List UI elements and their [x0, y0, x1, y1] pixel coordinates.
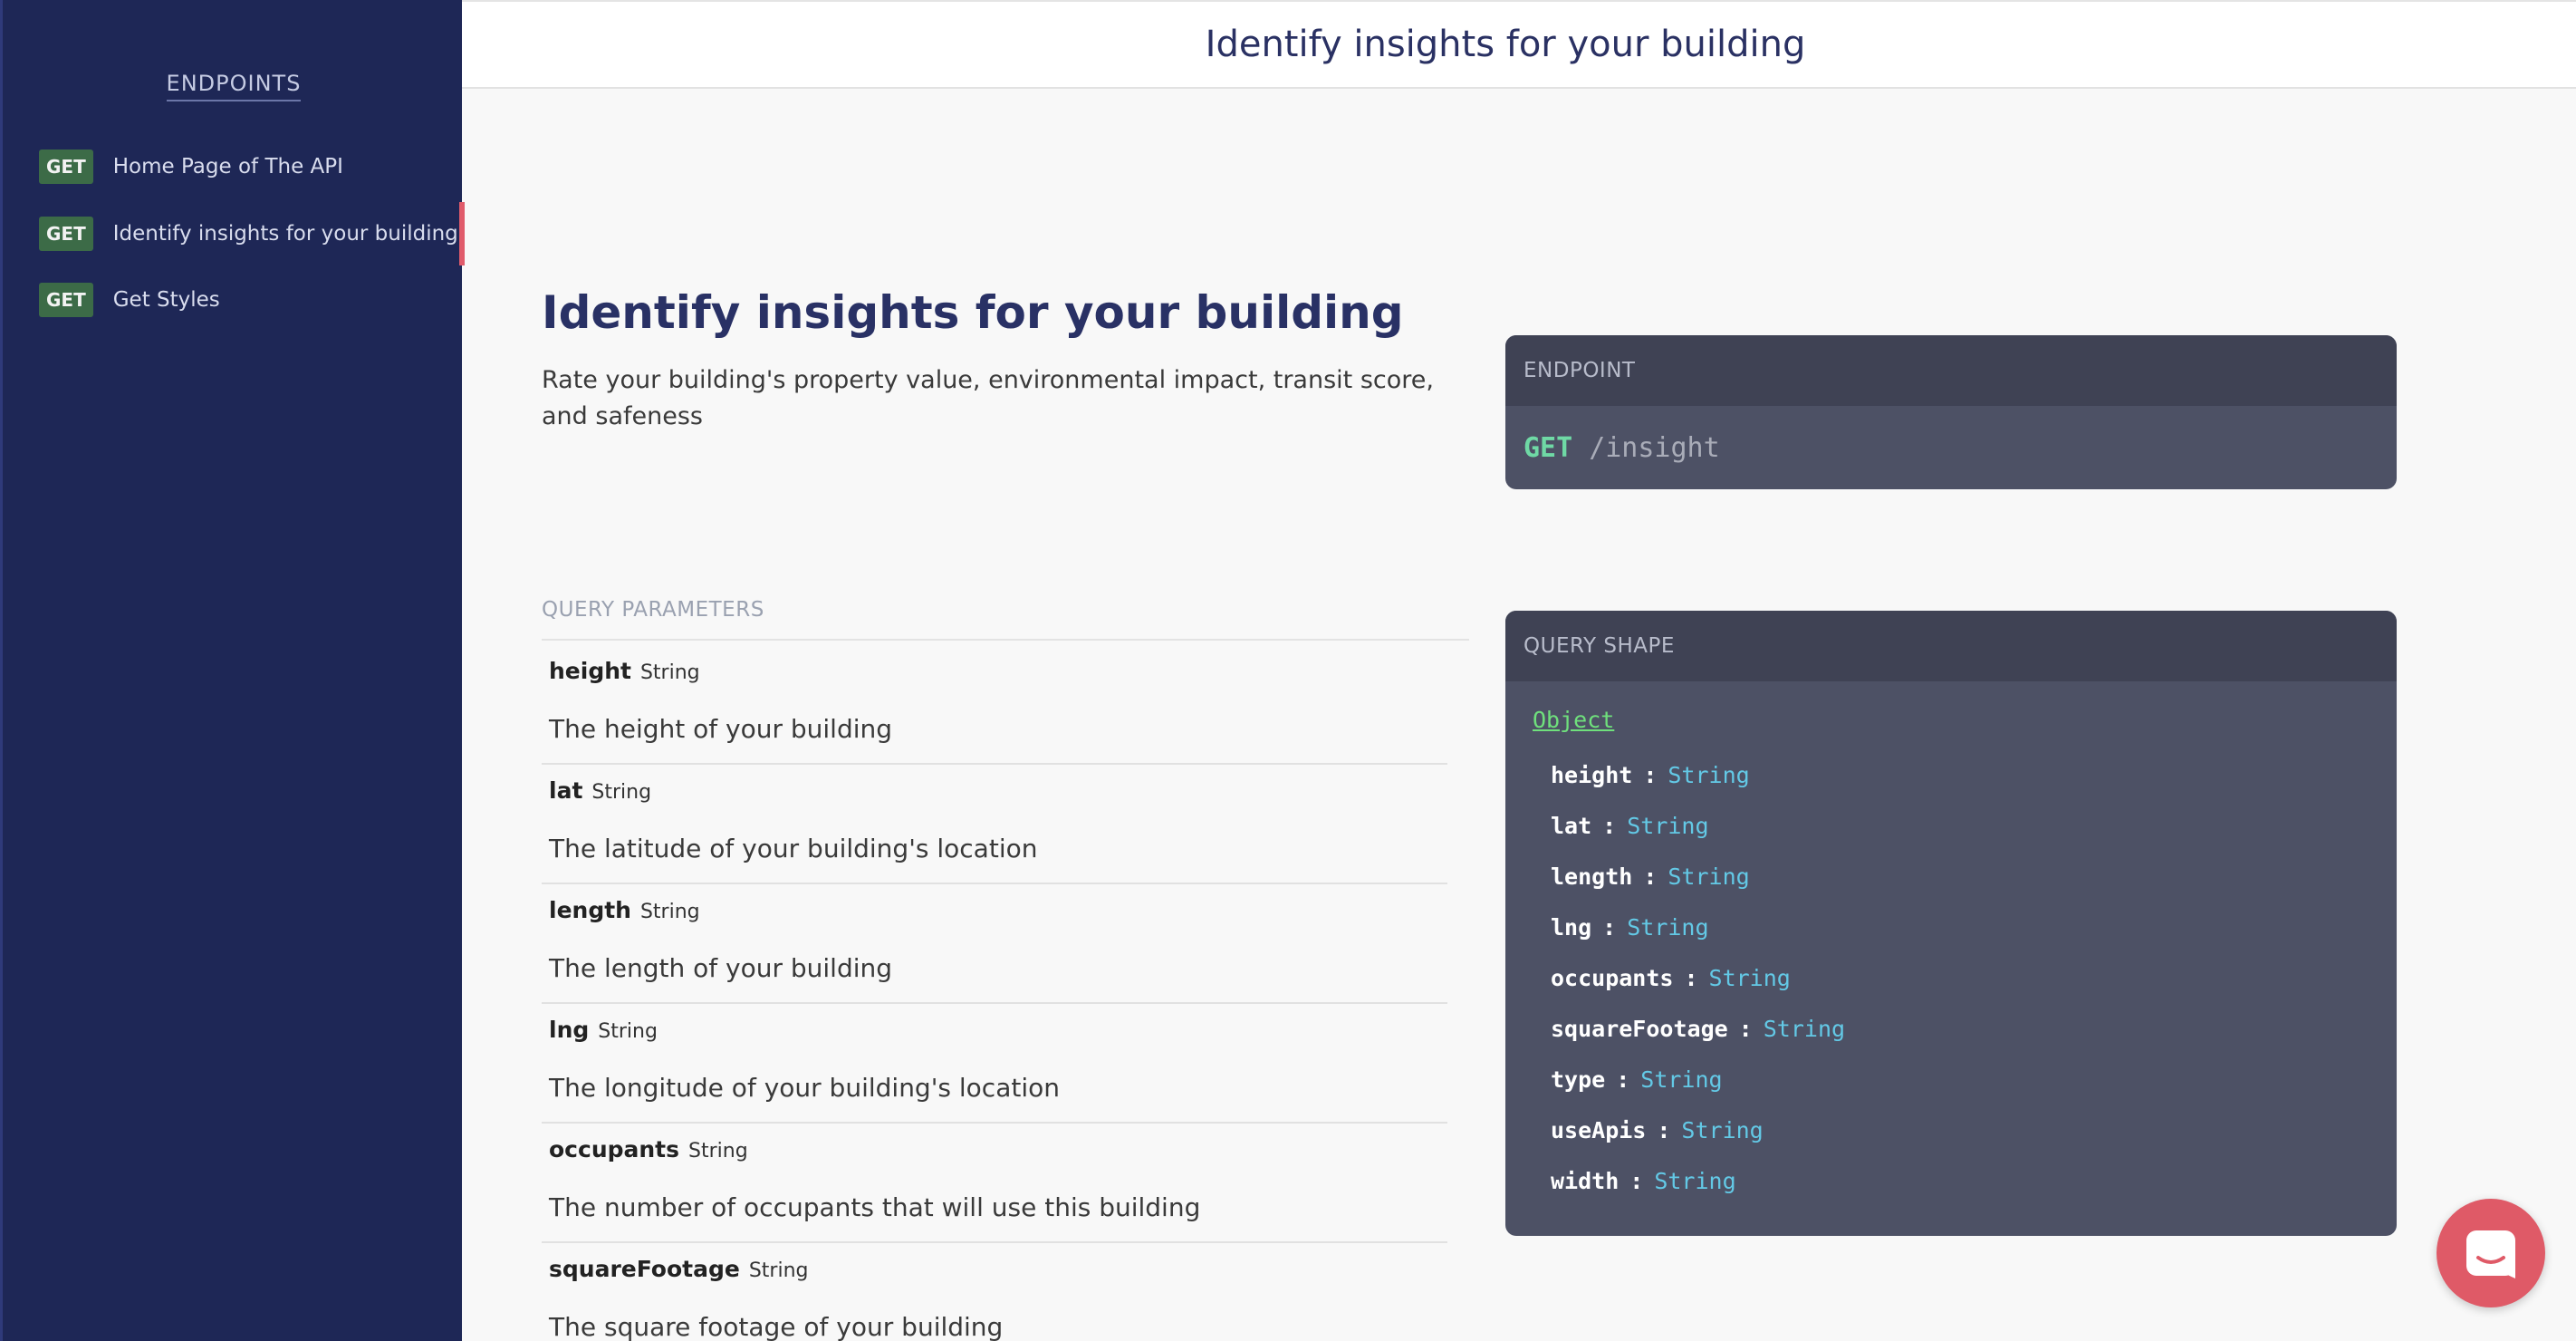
endpoint-panel: ENDPOINT GET /insight	[1505, 335, 2397, 489]
sidebar-heading-label[interactable]: ENDPOINTS	[166, 71, 302, 101]
endpoint-panel-label: ENDPOINT	[1505, 335, 2397, 406]
shape-field: type: String	[1551, 1066, 1723, 1093]
shape-field-type: String	[1708, 964, 1791, 991]
shape-field-name: useApis	[1551, 1116, 1647, 1143]
shape-field: lat: String	[1551, 812, 1709, 839]
shape-field-name: height	[1551, 761, 1633, 788]
param-name: squareFootage	[549, 1256, 740, 1282]
object-type-link[interactable]: Object	[1533, 707, 1614, 733]
sidebar-item-label: Identify insights for your building	[112, 222, 458, 246]
page-description: Rate your building's property value, env…	[542, 366, 1434, 430]
chat-icon	[2466, 1230, 2515, 1278]
param-name: lat	[549, 777, 583, 804]
param-type: String	[639, 901, 700, 923]
divider	[542, 639, 1469, 641]
param-description: The number of occupants that will use th…	[549, 1192, 1201, 1222]
method-badge: GET	[39, 283, 93, 317]
param-description: The longitude of your building's locatio…	[549, 1073, 1060, 1103]
param-description: The length of your building	[549, 953, 893, 983]
query-shape-panel-label: QUERY SHAPE	[1505, 611, 2397, 681]
param-name: lng	[549, 1017, 590, 1043]
param-row: height String The height of your building	[542, 645, 1447, 765]
param-description: The height of your building	[549, 714, 893, 744]
shape-field: useApis: String	[1551, 1116, 1764, 1143]
shape-field: squareFootage: String	[1551, 1015, 1846, 1042]
method-badge: GET	[39, 217, 93, 251]
param-name: length	[549, 897, 631, 923]
shape-field-type: String	[1668, 863, 1750, 890]
shape-field-type: String	[1654, 1167, 1736, 1194]
shape-field: lng: String	[1551, 913, 1709, 941]
shape-field-name: lat	[1551, 812, 1592, 839]
shape-field-name: width	[1551, 1167, 1620, 1194]
param-description: The square footage of your building	[549, 1312, 1004, 1341]
param-type: String	[639, 661, 700, 684]
shape-field-name: length	[1551, 863, 1633, 890]
shape-field-type: String	[1627, 812, 1709, 839]
query-parameters-label: QUERY PARAMETERS	[542, 598, 764, 622]
shape-field-name: occupants	[1551, 964, 1674, 991]
sidebar-item-get-styles[interactable]: GET Get Styles	[39, 276, 465, 323]
param-row: lat String The latitude of your building'…	[542, 765, 1447, 884]
query-shape-code: Object height: String lat: String length: S…	[1505, 681, 2397, 1236]
param-row: lng String The longitude of your building…	[542, 1004, 1447, 1124]
sidebar-heading: ENDPOINTS	[3, 71, 465, 101]
endpoint-code: GET /insight	[1505, 406, 2397, 489]
param-name: occupants	[549, 1136, 680, 1163]
chat-button[interactable]	[2437, 1199, 2545, 1307]
param-row: occupants String The number of occupants …	[542, 1124, 1447, 1243]
sidebar-item-identify-insights[interactable]: GET Identify insights for your building	[39, 202, 465, 265]
shape-field: height: String	[1551, 761, 1750, 788]
shape-field-type: String	[1763, 1015, 1846, 1042]
page-title: Identify insights for your building	[542, 286, 1404, 339]
shape-field-type: String	[1627, 913, 1709, 941]
shape-field: occupants: String	[1551, 964, 1791, 991]
sidebar-item-label: Home Page of The API	[112, 155, 343, 178]
header-title: Identify insights for your building	[1205, 24, 1806, 65]
shape-field-type: String	[1681, 1116, 1764, 1143]
shape-field-name: squareFootage	[1551, 1015, 1728, 1042]
shape-field: length: String	[1551, 863, 1750, 890]
param-type: String	[598, 1020, 658, 1043]
top-header: Identify insights for your building	[462, 0, 2576, 89]
shape-field-name: lng	[1551, 913, 1592, 941]
endpoint-path: /insight	[1589, 431, 1720, 464]
param-type: String	[748, 1259, 809, 1282]
sidebar-item-home-page[interactable]: GET Home Page of The API	[39, 143, 465, 190]
param-type: String	[688, 1140, 748, 1163]
param-type: String	[591, 781, 652, 804]
query-parameters-list: height String The height of your building…	[542, 645, 1447, 1341]
app: ENDPOINTS GET Home Page of The API GET I…	[0, 0, 2576, 1341]
shape-field-type: String	[1668, 761, 1750, 788]
shape-field-type: String	[1640, 1066, 1723, 1093]
param-row: length String The length of your building	[542, 884, 1447, 1004]
method-badge: GET	[39, 150, 93, 184]
query-shape-panel: QUERY SHAPE Object height: String lat: Str…	[1505, 611, 2397, 1236]
shape-field-name: type	[1551, 1066, 1606, 1093]
param-description: The latitude of your building's location	[549, 834, 1038, 863]
endpoint-method: GET	[1523, 431, 1573, 464]
sidebar-item-label: Get Styles	[112, 288, 220, 312]
param-name: height	[549, 658, 631, 684]
shape-field: width: String	[1551, 1167, 1736, 1194]
param-row: squareFootage String The square footage o…	[542, 1243, 1447, 1341]
sidebar: ENDPOINTS GET Home Page of The API GET I…	[0, 0, 465, 1341]
